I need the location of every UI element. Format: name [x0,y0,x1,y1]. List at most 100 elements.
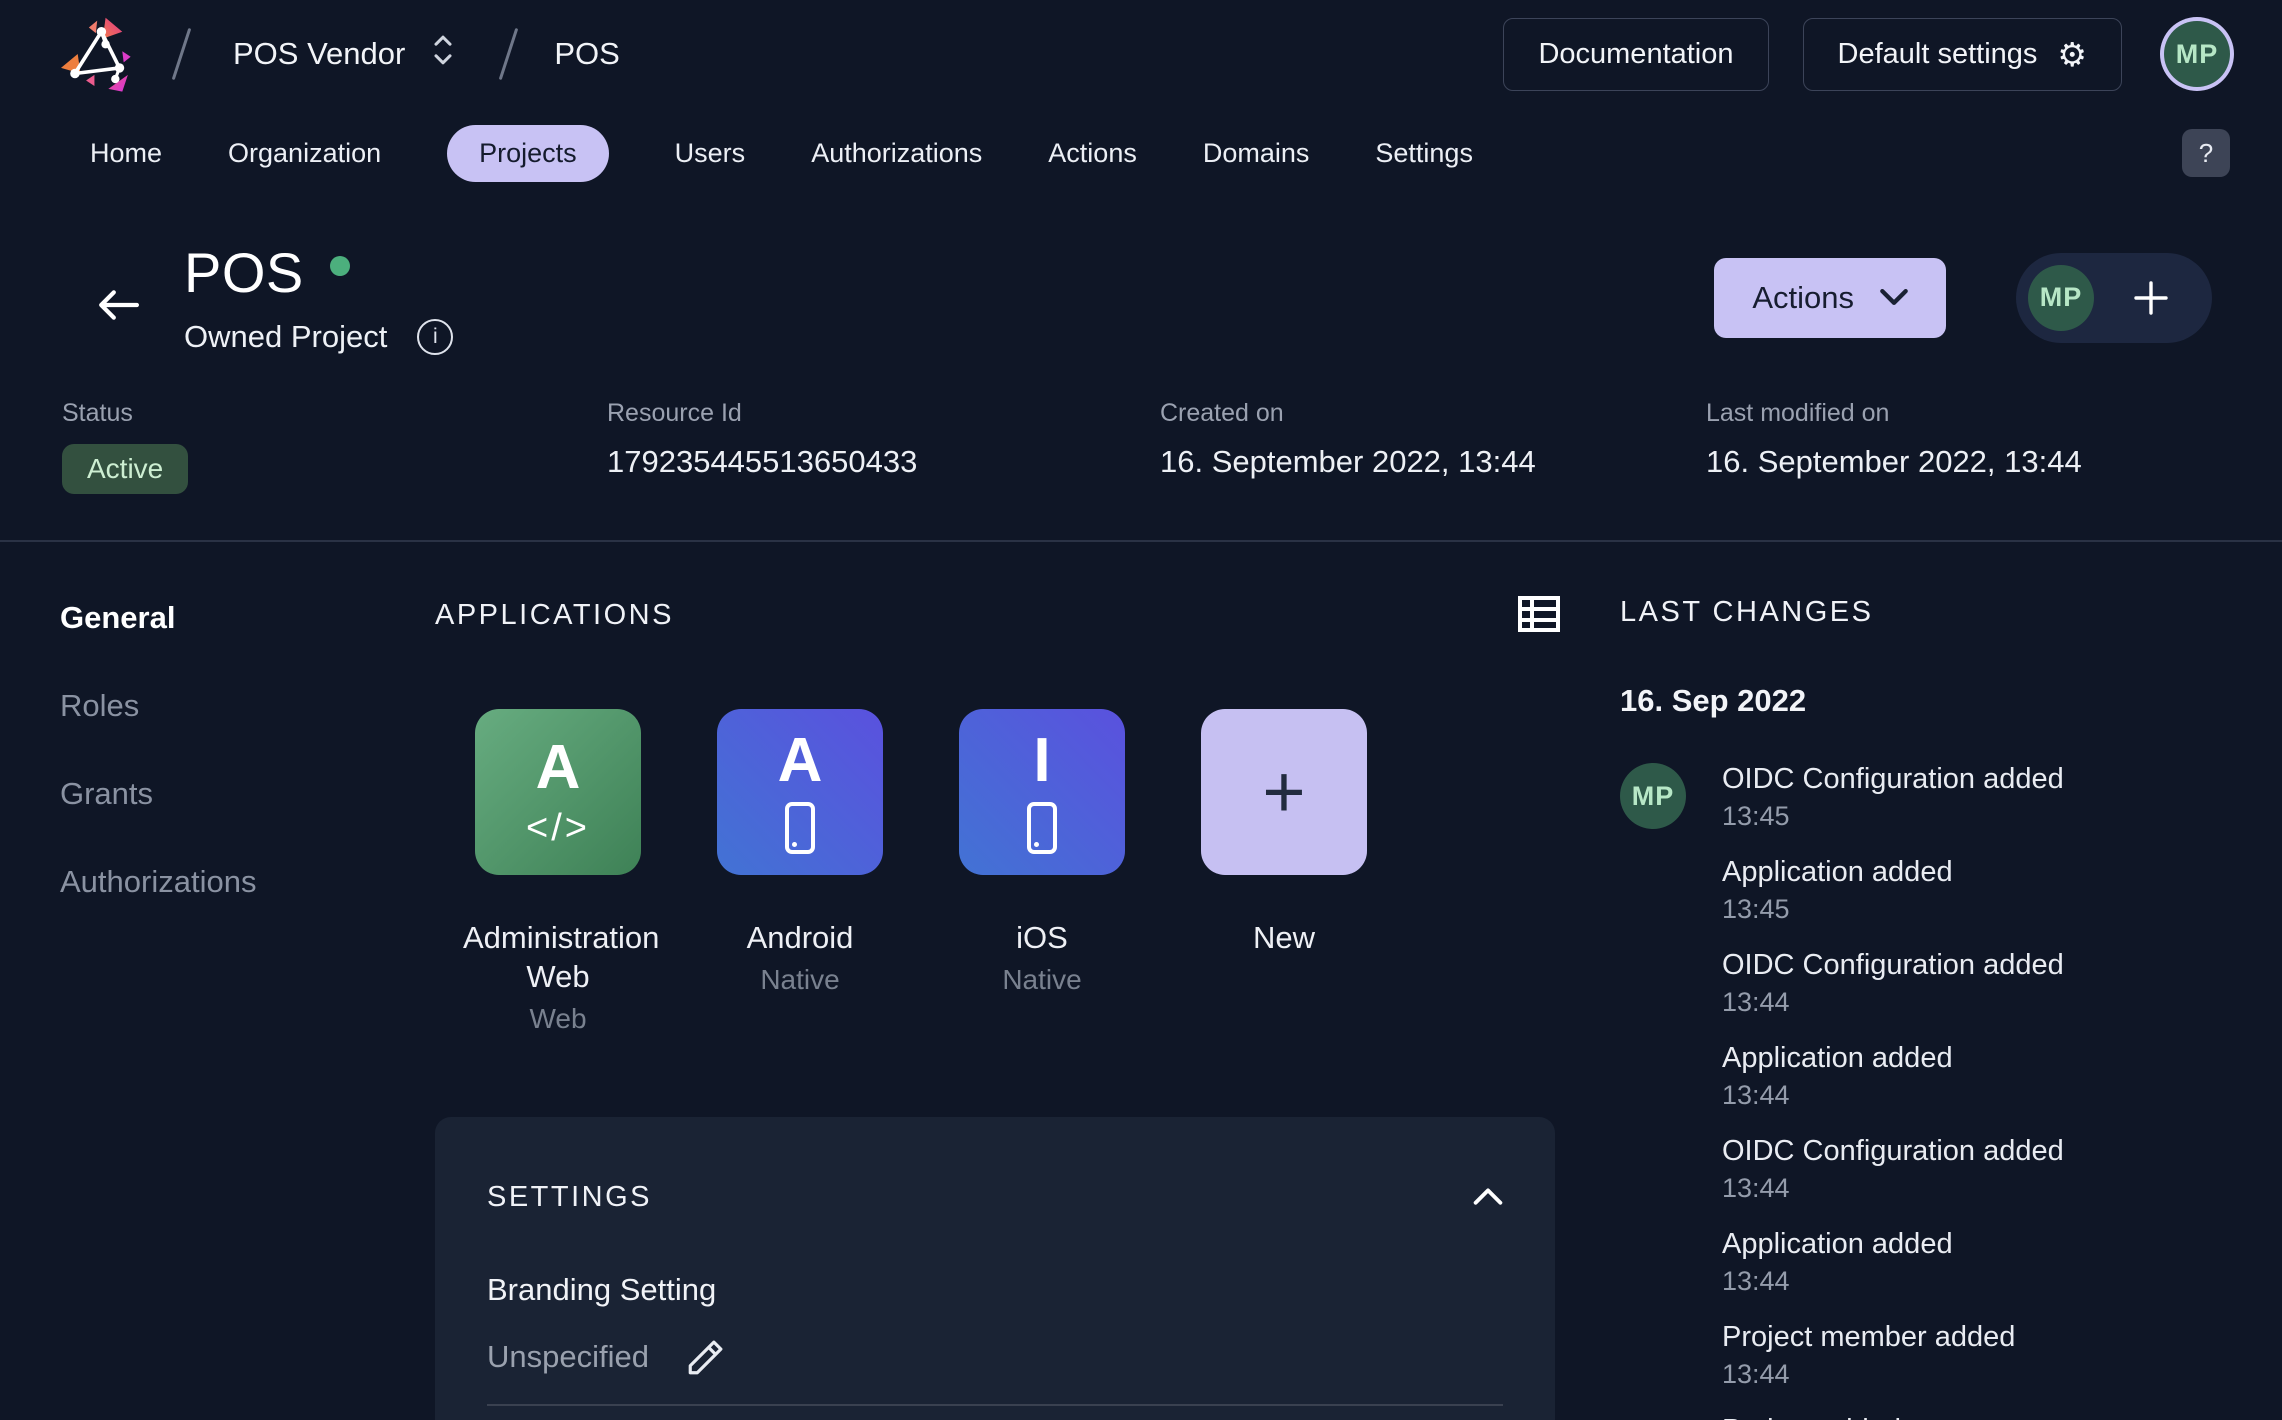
project-controls: Actions MP [1714,252,2212,343]
project-meta: Status Active Resource Id 17923544551365… [0,355,2282,494]
event-title: Project added [1722,1414,2064,1420]
member-avatar: MP [2028,264,2094,331]
app-name: Administration Web [463,920,660,994]
subnav-item-general[interactable]: General [60,600,435,636]
event-time: 13:45 [1722,894,1790,924]
change-event[interactable]: OIDC Configuration added 13:44 [1722,1135,2064,1204]
code-icon: </> [526,807,590,849]
help-button[interactable]: ? [2182,129,2230,177]
content-area: General Roles Grants Authorizations APPL… [0,542,2282,1420]
change-event[interactable]: Application added 13:44 [1722,1042,2064,1111]
meta-last-modified: Last modified on 16. September 2022, 13:… [1706,399,2282,494]
last-changes-heading: LAST CHANGES [1620,596,1874,628]
changes-avatar: MP [1620,763,1686,829]
settings-heading: SETTINGS [487,1180,653,1213]
project-subnav: General Roles Grants Authorizations [60,596,435,1420]
event-title: Application added [1722,1228,1953,1260]
app-tile-administration-web[interactable]: A </> Administration Web Web [463,709,659,1035]
app-name: Android [746,920,854,955]
settings-card-divider [487,1403,1503,1406]
subnav-item-grants[interactable]: Grants [60,776,435,812]
breadcrumb-separator [171,27,192,81]
new-app-tile[interactable]: + New [1201,709,1367,1035]
org-switcher-button[interactable]: POS Vendor [219,22,471,86]
app-initial: I [1033,726,1051,795]
app-root: POS Vendor POS Documentation Default set… [0,0,2282,1420]
actions-dropdown-button[interactable]: Actions [1714,257,1946,338]
settings-card: SETTINGS Branding Setting Unspecified [435,1116,1555,1420]
member-avatar-initials: MP [2039,282,2083,312]
change-event[interactable]: OIDC Configuration added 13:44 [1722,949,2064,1018]
unfold-more-icon [429,32,457,76]
header-actions: Documentation Default settings ⚙ MP [1503,17,2230,91]
info-icon[interactable]: i [417,319,454,355]
actions-dropdown-label: Actions [1752,279,1854,315]
status-badge: Active [62,444,189,494]
change-event[interactable]: Application added 13:45 [1722,856,2064,925]
event-title: OIDC Configuration added [1722,763,2064,795]
collapse-settings-button[interactable] [1473,1187,1503,1208]
app-name: iOS [1016,920,1068,955]
nav-item-domains[interactable]: Domains [1203,126,1310,181]
project-members-pill[interactable]: MP [2016,252,2212,343]
zitadel-logo-icon[interactable] [56,13,144,95]
change-event[interactable]: Application added 13:44 [1722,1228,2064,1297]
app-type: Native [1002,963,1082,995]
default-settings-button[interactable]: Default settings ⚙ [1802,17,2122,91]
branding-setting-label: Branding Setting [487,1271,717,1307]
app-tiles: A </> Administration Web Web A Android N… [435,709,1560,1035]
resource-id-label: Resource Id [607,399,742,427]
nav-item-projects[interactable]: Projects [447,124,609,182]
nav-item-authorizations[interactable]: Authorizations [811,126,982,181]
created-on-label: Created on [1160,399,1284,427]
changes-date: 16. Sep 2022 [1620,683,1807,718]
nav-item-organization[interactable]: Organization [228,126,381,181]
event-title: OIDC Configuration added [1722,1135,2064,1167]
user-avatar[interactable]: MP [2164,21,2230,87]
subnav-item-roles[interactable]: Roles [60,688,435,724]
change-event[interactable]: Project added 13:44 [1722,1414,2064,1420]
default-settings-label: Default settings [1837,37,2038,70]
last-modified-label: Last modified on [1706,399,1890,427]
app-tile-android[interactable]: A Android Native [717,709,883,1035]
resource-id-value: 179235445513650433 [607,444,918,479]
event-time: 13:44 [1722,1359,1790,1389]
breadcrumb-separator [499,27,519,81]
nav-item-users[interactable]: Users [675,126,746,181]
created-on-value: 16. September 2022, 13:44 [1160,444,1536,479]
table-view-toggle-button[interactable] [1518,596,1560,635]
active-status-dot [329,255,350,276]
gear-icon: ⚙ [2057,34,2087,74]
chevron-up-icon [1473,1187,1503,1205]
add-member-plus-icon[interactable] [2132,279,2170,317]
last-changes-panel: LAST CHANGES 16. Sep 2022 MP OIDC Config… [1560,596,2242,1420]
app-type: Native [760,963,840,995]
main-column: APPLICATIONS A </> Administration Web We… [435,596,1560,1420]
documentation-button[interactable]: Documentation [1503,17,1769,91]
meta-resource-id: Resource Id 179235445513650433 [607,399,1160,494]
breadcrumb-org-label: POS Vendor [233,36,406,71]
phone-icon [1027,802,1057,854]
nav-item-actions[interactable]: Actions [1048,126,1137,181]
edit-branding-button[interactable] [685,1336,727,1378]
event-time: 13:44 [1722,1173,1790,1203]
breadcrumb-project-label[interactable]: POS [546,36,627,72]
pencil-icon [688,1340,723,1374]
changes-event-list: OIDC Configuration added 13:45 Applicati… [1722,763,2064,1420]
app-tile-ios[interactable]: I iOS Native [959,709,1125,1035]
applications-heading: APPLICATIONS [435,599,674,631]
event-time: 13:44 [1722,1080,1790,1110]
change-event[interactable]: OIDC Configuration added 13:45 [1722,763,2064,832]
nav-item-home[interactable]: Home [90,126,162,181]
event-title: Application added [1722,856,1953,888]
nav-item-settings[interactable]: Settings [1375,126,1473,181]
main-nav: Home Organization Projects Users Authori… [0,108,2282,198]
plus-icon: + [1262,750,1306,833]
back-button[interactable] [92,284,144,326]
project-type-label: Owned Project [184,319,388,354]
subnav-item-authorizations[interactable]: Authorizations [60,864,435,900]
new-app-label: New [1252,920,1315,955]
event-time: 13:44 [1722,987,1790,1017]
change-event[interactable]: Project member added 13:44 [1722,1321,2064,1390]
user-avatar-initials: MP [2175,38,2219,69]
